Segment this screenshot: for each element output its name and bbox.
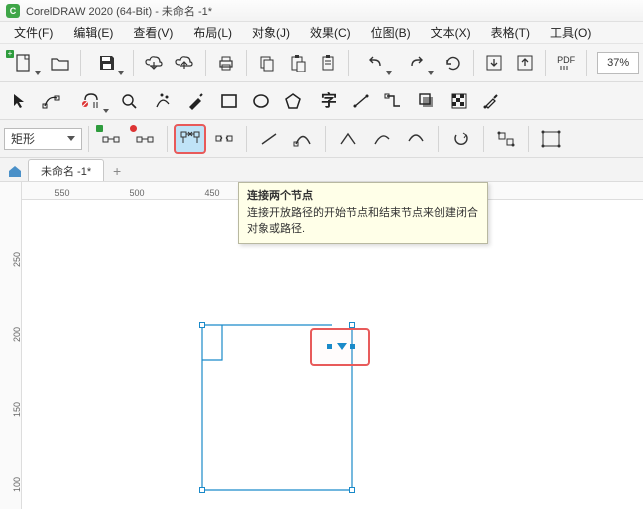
document-tab[interactable]: 未命名 -1* xyxy=(28,159,104,181)
reverse-direction-button[interactable] xyxy=(445,124,477,154)
open-button[interactable] xyxy=(46,48,74,78)
title-bar: C CorelDRAW 2020 (64-Bit) - 未命名 -1* xyxy=(0,0,643,22)
drawing-canvas[interactable] xyxy=(22,200,643,509)
connector-tool[interactable] xyxy=(378,86,408,116)
cloud-download-button[interactable] xyxy=(140,48,168,78)
node-handle[interactable] xyxy=(199,322,205,328)
import-button[interactable] xyxy=(480,48,508,78)
menu-effects[interactable]: 效果(C) xyxy=(300,22,361,43)
rectangle-tool[interactable] xyxy=(214,86,244,116)
crop-tool[interactable] xyxy=(70,86,112,116)
menu-table[interactable]: 表格(T) xyxy=(481,22,540,43)
to-line-button[interactable] xyxy=(253,124,285,154)
window-title: CorelDRAW 2020 (64-Bit) - 未命名 -1* xyxy=(26,3,212,19)
shape-layer xyxy=(22,200,643,509)
delete-node-button[interactable] xyxy=(129,124,161,154)
clipboard-button[interactable] xyxy=(314,48,342,78)
menu-edit[interactable]: 编辑(E) xyxy=(63,22,123,43)
toolbox-bar: 字 xyxy=(0,82,643,120)
workspace: 250 200 150 100 550 500 450 400 xyxy=(0,182,643,509)
publish-pdf-button[interactable]: PDF xyxy=(552,48,580,78)
print-button[interactable] xyxy=(212,48,240,78)
shape-tool[interactable] xyxy=(36,86,66,116)
menu-layout[interactable]: 布局(L) xyxy=(183,22,242,43)
repeat-button[interactable] xyxy=(439,48,467,78)
app-logo-icon: C xyxy=(6,4,20,18)
direction-arrow-icon xyxy=(337,343,347,350)
property-bar: 矩形 xyxy=(0,120,643,158)
node-handle[interactable] xyxy=(349,487,355,493)
text-tool[interactable]: 字 xyxy=(312,86,342,116)
menu-text[interactable]: 文本(X) xyxy=(421,22,481,43)
menu-view[interactable]: 查看(V) xyxy=(123,22,183,43)
welcome-tab[interactable] xyxy=(4,161,26,181)
menu-file[interactable]: 文件(F) xyxy=(4,22,63,43)
drop-shadow-tool[interactable] xyxy=(412,86,442,116)
menu-tools[interactable]: 工具(O) xyxy=(540,22,601,43)
freehand-tool[interactable] xyxy=(148,86,178,116)
symmetric-node-button[interactable] xyxy=(400,124,432,154)
undo-button[interactable] xyxy=(355,48,395,78)
pick-tool[interactable] xyxy=(4,86,34,116)
menu-object[interactable]: 对象(J) xyxy=(242,22,300,43)
transparency-tool[interactable] xyxy=(444,86,474,116)
polygon-tool[interactable] xyxy=(278,86,308,116)
cusp-node-button[interactable] xyxy=(332,124,364,154)
redo-button[interactable] xyxy=(397,48,437,78)
path-end-marker xyxy=(327,344,332,349)
dimension-tool[interactable] xyxy=(346,86,376,116)
zoom-level-combo[interactable]: 37% xyxy=(597,52,639,74)
save-button[interactable] xyxy=(87,48,127,78)
break-node-button[interactable] xyxy=(208,124,240,154)
ellipse-tool[interactable] xyxy=(246,86,276,116)
smooth-node-button[interactable] xyxy=(366,124,398,154)
artistic-media-tool[interactable] xyxy=(180,86,210,116)
tooltip: 连接两个节点 连接开放路径的开始节点和结束节点来创建闭合对象或路径. xyxy=(238,182,488,244)
new-doc-button[interactable]: + xyxy=(4,48,44,78)
standard-toolbar: + xyxy=(0,44,643,82)
shape-type-combo[interactable]: 矩形 xyxy=(4,128,82,150)
paste-button[interactable] xyxy=(283,48,311,78)
join-nodes-button[interactable] xyxy=(174,124,206,154)
document-tab-strip: 未命名 -1* + xyxy=(0,158,643,182)
eyedropper-tool[interactable] xyxy=(476,86,506,116)
zoom-tool[interactable] xyxy=(114,86,144,116)
svg-text:字: 字 xyxy=(321,92,336,110)
copy-button[interactable] xyxy=(253,48,281,78)
tooltip-title: 连接两个节点 xyxy=(247,189,479,204)
menu-bitmap[interactable]: 位图(B) xyxy=(361,22,421,43)
add-node-button[interactable] xyxy=(95,124,127,154)
node-handle[interactable] xyxy=(199,487,205,493)
path-start-marker xyxy=(350,344,355,349)
cloud-upload-button[interactable] xyxy=(170,48,198,78)
extract-subpath-button[interactable] xyxy=(490,124,522,154)
menu-bar: 文件(F) 编辑(E) 查看(V) 布局(L) 对象(J) 效果(C) 位图(B… xyxy=(0,22,643,44)
elastic-mode-button[interactable] xyxy=(535,124,567,154)
to-curve-button[interactable] xyxy=(287,124,319,154)
add-tab-button[interactable]: + xyxy=(106,161,128,181)
export-button[interactable] xyxy=(511,48,539,78)
vertical-ruler: 250 200 150 100 xyxy=(0,182,22,509)
tooltip-body: 连接开放路径的开始节点和结束节点来创建闭合对象或路径. xyxy=(247,206,479,237)
